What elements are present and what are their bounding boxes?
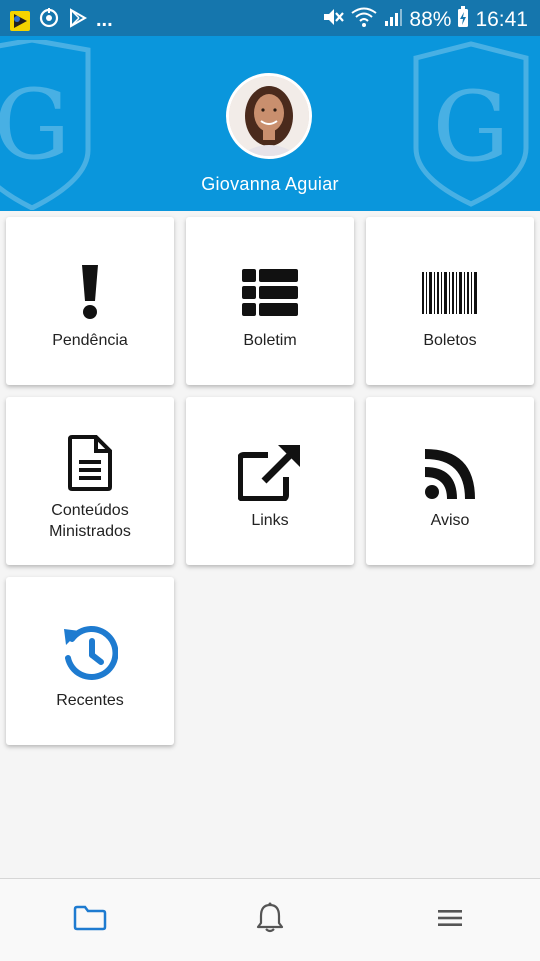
tile-label: Recentes: [56, 692, 124, 709]
signal-icon: [383, 7, 403, 33]
rss-icon: [366, 449, 534, 499]
external-link-icon: [186, 445, 354, 501]
tile-label: Boletim: [243, 332, 297, 349]
avatar[interactable]: [226, 73, 312, 159]
nav-folder-button[interactable]: [0, 879, 180, 961]
watermark-letter-left: G: [0, 69, 70, 181]
tile-recentes[interactable]: Recentes: [6, 577, 174, 745]
profile-header: G G Giovanna Aguiar: [0, 36, 540, 211]
folder-icon: [73, 905, 107, 936]
battery-percent: 88%: [409, 8, 452, 31]
tile-label-line2: Ministrados: [49, 523, 131, 540]
tile-boletos[interactable]: Boletos: [366, 217, 534, 385]
play-store-icon: [68, 8, 88, 33]
tile-boletim[interactable]: Boletim: [186, 217, 354, 385]
tile-links[interactable]: Links: [186, 397, 354, 565]
menu-icon: [437, 908, 463, 933]
barcode-icon: [366, 272, 534, 314]
status-bar: ... 88% 16:41: [0, 0, 540, 36]
overflow-notifications: ...: [96, 9, 113, 31]
tile-pendencia[interactable]: Pendência: [6, 217, 174, 385]
document-icon: [6, 435, 174, 491]
tile-aviso[interactable]: Aviso: [366, 397, 534, 565]
nav-notifications-button[interactable]: [180, 879, 360, 961]
tile-label: Conteúdos Ministrados: [6, 500, 174, 542]
exclamation-icon: [6, 263, 174, 319]
tile-label: Boletos: [423, 332, 477, 349]
bell-icon: [255, 902, 285, 939]
bottom-navigation: [0, 878, 540, 961]
tile-label: Aviso: [430, 512, 470, 529]
history-icon: [6, 625, 174, 681]
clock: 16:41: [475, 8, 528, 31]
sync-icon: [38, 7, 60, 34]
tile-label: Pendência: [52, 332, 128, 349]
nav-menu-button[interactable]: [360, 879, 540, 961]
notification-app-icon: [10, 10, 30, 31]
table-icon: [186, 269, 354, 317]
wifi-icon: [351, 6, 378, 34]
tile-label: Links: [251, 512, 289, 529]
tile-conteudos-ministrados[interactable]: Conteúdos Ministrados: [6, 397, 174, 565]
tile-label-line1: Conteúdos: [51, 502, 129, 519]
battery-charging-icon: [457, 6, 469, 34]
profile-name: Giovanna Aguiar: [201, 174, 339, 194]
mute-icon: [321, 5, 345, 35]
watermark-letter-right: G: [433, 71, 510, 183]
